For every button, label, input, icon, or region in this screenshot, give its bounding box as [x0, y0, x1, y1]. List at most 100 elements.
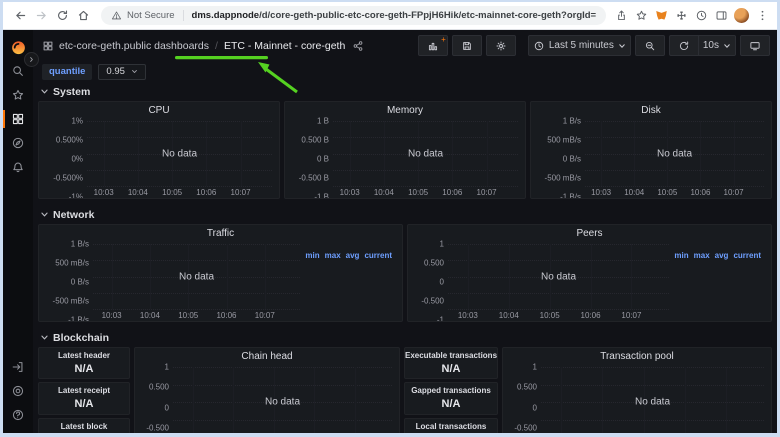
row-header-system[interactable]: System [40, 85, 772, 98]
panel-row-blockchain: Latest headerN/ALatest receiptN/ALatest … [38, 347, 772, 433]
home-icon [77, 9, 90, 22]
row-header-network[interactable]: Network [40, 208, 772, 221]
legend-column-min[interactable]: min [674, 251, 688, 260]
screenshot-frame: Not Secure dms.dappnode/d/core-geth-publ… [3, 2, 777, 433]
x-tick-label: 10:04 [374, 188, 394, 197]
legend: minmaxavg current [300, 244, 395, 320]
add-panel-button[interactable]: + [418, 35, 448, 56]
share-button[interactable] [614, 9, 628, 23]
metamask-extension-button[interactable] [654, 9, 668, 23]
panel-disk: Disk1 B/s500 mB/s0 B/s-500 mB/s-1 B/sNo … [530, 101, 772, 199]
x-axis: 10:0310:0410:0510:0610:07 [87, 186, 272, 197]
plot-area: No data [87, 121, 272, 186]
y-tick-label: 1 B/s [563, 117, 581, 126]
grid-icon [11, 112, 25, 126]
y-tick-label: 0 B/s [71, 278, 89, 287]
stat-title[interactable]: Latest receipt [58, 386, 110, 395]
breadcrumb-folder[interactable]: etc-core-geth.public dashboards [59, 40, 209, 52]
legend-column-current[interactable]: current [364, 251, 392, 260]
refresh-button[interactable] [669, 35, 698, 56]
warning-icon [111, 10, 122, 21]
x-tick-label: 10:05 [540, 311, 560, 320]
row-title: Network [53, 209, 94, 221]
monitor-icon [749, 40, 761, 52]
back-icon [14, 9, 27, 22]
stat-title[interactable]: Latest header [58, 351, 110, 360]
legend-column-min[interactable]: min [305, 251, 319, 260]
y-tick-label: 0 [165, 403, 169, 412]
panel-title[interactable]: Traffic [39, 225, 402, 241]
star-icon [635, 9, 648, 22]
plot-area: No data [93, 244, 300, 309]
row-header-blockchain[interactable]: Blockchain [40, 331, 772, 344]
extensions-button[interactable] [674, 9, 688, 23]
gridline-horizontal [585, 170, 764, 171]
stat-title[interactable]: Gapped transactions [411, 386, 491, 395]
panel-transaction-pool: Transaction pool10.5000-0.500-1No data10… [502, 347, 772, 433]
sidebar-item-alerting[interactable] [3, 155, 33, 179]
stat-panel-latest-block: Latest blockN/A [38, 418, 130, 433]
browser-menu-button[interactable] [755, 9, 769, 23]
reload-button[interactable] [53, 6, 72, 25]
row-title: Blockchain [53, 332, 109, 344]
panel-memory: Memory1 B0.500 B0 B-0.500 B-1 BNo data10… [284, 101, 526, 199]
bookmark-button[interactable] [634, 9, 648, 23]
forward-button[interactable] [32, 6, 51, 25]
stat-panel-gapped-transactions: Gapped transactionsN/A [404, 382, 498, 414]
no-data-label: No data [87, 148, 272, 159]
x-axis: 10:0310:0410:0510:0610:07 [93, 309, 300, 320]
profile-avatar[interactable] [734, 8, 749, 23]
dashboard-settings-button[interactable] [486, 35, 516, 56]
dashboard-rows: SystemCPU1%0.500%0%-0.500%-1%No data10:0… [33, 82, 777, 433]
legend-column-max[interactable]: max [694, 251, 710, 260]
zoom-out-time-button[interactable] [635, 35, 665, 56]
y-tick-label: 500 mB/s [547, 136, 581, 145]
sidebar-expand-button[interactable] [24, 52, 39, 67]
stat-title[interactable]: Latest block [61, 422, 108, 431]
refresh-interval-dropdown[interactable]: 10s [698, 35, 736, 56]
stat-column: Latest headerN/ALatest receiptN/ALatest … [38, 347, 130, 433]
legend-column-avg[interactable]: avg [715, 251, 729, 260]
gridline-horizontal [585, 137, 764, 138]
home-button[interactable] [74, 6, 93, 25]
chevron-down-icon [723, 42, 731, 50]
y-tick-label: 0.500 [517, 383, 537, 392]
sidebar-item-help[interactable] [3, 403, 33, 427]
address-bar[interactable]: Not Secure dms.dappnode/d/core-geth-publ… [101, 6, 606, 25]
panel-title[interactable]: Chain head [135, 348, 399, 364]
cycle-view-mode-button[interactable] [740, 35, 770, 56]
back-button[interactable] [11, 6, 30, 25]
sidebar-item-explore[interactable] [3, 131, 33, 155]
breadcrumb-separator: / [215, 40, 218, 52]
x-tick-label: 10:05 [408, 188, 428, 197]
dashboard-title[interactable]: ETC - Mainnet - core-geth [224, 40, 345, 52]
gridline-horizontal [93, 260, 300, 261]
y-axis: 1 B/s500 mB/s0 B/s-500 mB/s-1 B/s [533, 121, 585, 197]
sidebar-item-server-admin[interactable] [3, 379, 33, 403]
legend-column-max[interactable]: max [325, 251, 341, 260]
share-dashboard-button[interactable] [352, 40, 364, 52]
legend-column-current[interactable]: current [733, 251, 761, 260]
stat-title[interactable]: Local transactions [416, 422, 487, 431]
x-axis: 10:0310:0410:0510:0610:07 [585, 186, 764, 197]
sidebar-item-sign-in[interactable] [3, 355, 33, 379]
side-panel-button[interactable] [714, 9, 728, 23]
stat-title[interactable]: Executable transactions [405, 351, 497, 360]
y-tick-label: 0 [533, 403, 537, 412]
variable-value-dropdown[interactable]: 0.95 [98, 64, 146, 80]
panel-title[interactable]: Transaction pool [503, 348, 771, 364]
stat-column: Executable transactionsN/AGapped transac… [404, 347, 498, 433]
grafana-app: etc-core-geth.public dashboards / ETC - … [3, 30, 777, 433]
legend-column-avg[interactable]: avg [346, 251, 360, 260]
zoom-out-icon [644, 40, 656, 52]
sidebar-item-dashboards[interactable] [3, 107, 33, 131]
save-dashboard-button[interactable] [452, 35, 482, 56]
history-extension-button[interactable] [694, 9, 708, 23]
x-tick-label: 10:04 [140, 311, 160, 320]
time-range-picker[interactable]: Last 5 minutes [528, 35, 631, 56]
chevron-down-icon [40, 87, 49, 96]
no-data-label: No data [333, 148, 518, 159]
panel-title[interactable]: Peers [408, 225, 771, 241]
sidebar-item-starred[interactable] [3, 83, 33, 107]
chart-area: 10.5000-0.500-1No data10:0310:0410:0510:… [135, 364, 399, 433]
